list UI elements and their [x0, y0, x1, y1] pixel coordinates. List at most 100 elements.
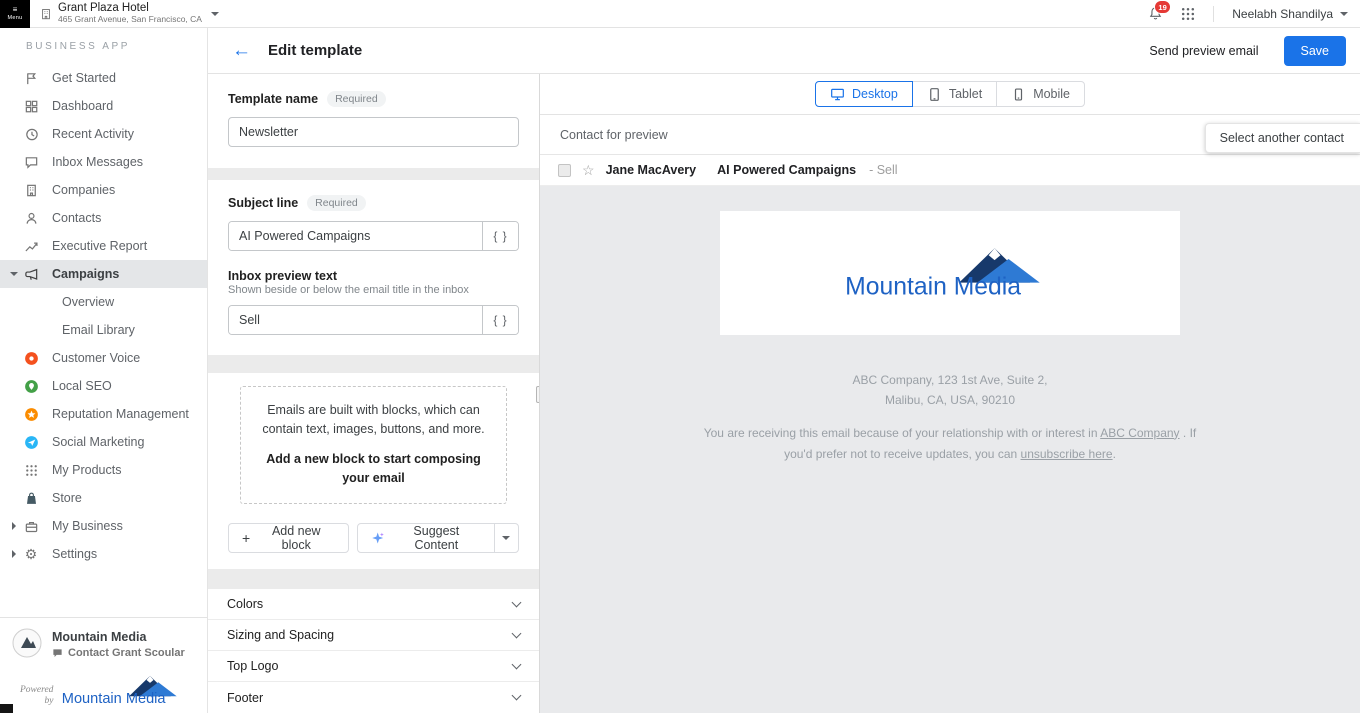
subject-card: Subject line Required { } Inbox preview … — [208, 180, 539, 355]
style-sections-card: Colors Sizing and Spacing Top Logo Foote… — [208, 589, 539, 713]
back-button[interactable]: ← — [232, 41, 251, 60]
email-preview-text: - Sell — [869, 163, 897, 177]
brand-logo: Mountain Media — [60, 674, 188, 707]
user-name: Neelabh Shandilya — [1232, 7, 1333, 21]
apps-grid-icon — [1181, 7, 1195, 21]
company-link[interactable]: ABC Company — [1100, 426, 1179, 440]
user-menu[interactable]: Neelabh Shandilya — [1232, 7, 1348, 21]
notification-badge: 19 — [1154, 0, 1171, 14]
contact-for-preview-bar: Contact for preview Select another conta… — [540, 115, 1360, 155]
business-avatar — [12, 628, 42, 661]
sidebar-item-social-marketing[interactable]: Social Marketing — [0, 428, 207, 456]
email-subject: AI Powered Campaigns — [717, 163, 856, 177]
sidebar-item-inbox-messages[interactable]: Inbox Messages — [0, 148, 207, 176]
megaphone-icon — [22, 267, 40, 282]
section-top-logo[interactable]: Top Logo — [208, 651, 539, 682]
sidebar-item-companies[interactable]: Companies — [0, 176, 207, 204]
apps-grid-button[interactable] — [1181, 7, 1195, 21]
expanded-caret-icon — [10, 272, 18, 276]
sidebar-item-settings[interactable]: ⚙ Settings — [0, 540, 207, 568]
panel-resize-handle[interactable] — [536, 386, 540, 403]
inbox-preview-field: { } — [228, 305, 519, 335]
collapsed-caret-icon — [12, 522, 16, 530]
device-desktop-button[interactable]: Desktop — [815, 81, 913, 107]
inbox-preview-helper: Shown beside or below the email title in… — [228, 284, 519, 296]
dropdown-caret-icon — [502, 536, 510, 540]
device-toggle-bar: Desktop Tablet Mobile — [540, 74, 1360, 115]
suggest-content-dropdown[interactable] — [494, 523, 519, 553]
sidebar-item-executive-report[interactable]: Executive Report — [0, 232, 207, 260]
sidebar-item-contacts[interactable]: Contacts — [0, 204, 207, 232]
user-caret-icon — [1340, 12, 1348, 16]
add-new-block-button[interactable]: + Add new block — [228, 523, 349, 553]
sidebar: BUSINESS APP Get Started Dashboard Recen… — [0, 28, 208, 713]
briefcase-icon — [22, 519, 40, 534]
sidebar-item-email-library[interactable]: Email Library — [0, 316, 207, 344]
sidebar-item-local-seo[interactable]: Local SEO — [0, 372, 207, 400]
sidebar-item-reputation-management[interactable]: Reputation Management — [0, 400, 207, 428]
merge-field-icon[interactable]: { } — [482, 222, 518, 250]
contact-checkbox[interactable] — [558, 164, 571, 177]
sidebar-item-dashboard[interactable]: Dashboard — [0, 92, 207, 120]
chevron-down-icon — [512, 597, 522, 607]
email-brand-logo: Mountain Media — [843, 245, 1058, 301]
merge-field-icon[interactable]: { } — [482, 306, 518, 334]
topbar: ≡ Menu Grant Plaza Hotel 465 Grant Avenu… — [0, 0, 1360, 28]
inbox-preview-input[interactable] — [229, 306, 482, 334]
phone-icon — [1011, 87, 1026, 102]
sidebar-item-my-products[interactable]: My Products — [0, 456, 207, 484]
section-sizing-and-spacing[interactable]: Sizing and Spacing — [208, 620, 539, 651]
sidebar-item-customer-voice[interactable]: Customer Voice — [0, 344, 207, 372]
sidebar-item-store[interactable]: Store — [0, 484, 207, 512]
contact-for-preview-label: Contact for preview — [560, 128, 668, 142]
collapsed-caret-icon — [12, 550, 16, 558]
svg-text:Mountain Media: Mountain Media — [845, 274, 1021, 301]
social-icon — [22, 435, 40, 450]
menu-label: Menu — [8, 15, 23, 21]
gear-icon: ⚙ — [22, 547, 40, 561]
device-tablet-button[interactable]: Tablet — [912, 81, 997, 107]
contact-link[interactable]: Contact Grant Scoular — [52, 647, 185, 659]
section-footer[interactable]: Footer — [208, 682, 539, 713]
svg-text:Mountain Media: Mountain Media — [62, 691, 167, 707]
account-switcher[interactable]: Grant Plaza Hotel 465 Grant Avenue, San … — [58, 2, 202, 25]
chat-bubble-icon — [52, 648, 63, 659]
page-header: ← Edit template Send preview email Save — [208, 28, 1360, 74]
template-name-label: Template name — [228, 92, 318, 106]
business-name: Mountain Media — [52, 630, 185, 644]
sidebar-item-my-business[interactable]: My Business — [0, 512, 207, 540]
flag-icon — [22, 71, 40, 86]
sidebar-item-overview[interactable]: Overview — [0, 288, 207, 316]
blocks-hint-box: Emails are built with blocks, which can … — [240, 386, 507, 504]
select-another-contact-button[interactable]: Select another contact — [1205, 123, 1360, 153]
plus-icon: + — [242, 531, 250, 545]
save-button[interactable]: Save — [1284, 36, 1347, 66]
send-preview-email-button[interactable]: Send preview email — [1149, 44, 1258, 58]
building-icon — [22, 183, 40, 198]
menu-button[interactable]: ≡ Menu — [0, 0, 30, 28]
person-icon — [22, 211, 40, 226]
template-name-input[interactable] — [228, 117, 519, 147]
sidebar-item-recent-activity[interactable]: Recent Activity — [0, 120, 207, 148]
required-badge: Required — [327, 91, 386, 107]
template-name-card: Template name Required — [208, 74, 539, 168]
account-building-icon — [40, 8, 52, 20]
section-colors[interactable]: Colors — [208, 589, 539, 620]
sidebar-section-label: BUSINESS APP — [0, 28, 207, 64]
suggest-content-button[interactable]: Suggest Content — [357, 523, 495, 553]
disclaimer-text: . — [1113, 447, 1116, 461]
star-icon[interactable]: ☆ — [582, 163, 595, 177]
tablet-icon — [927, 87, 942, 102]
sidebar-item-campaigns[interactable]: Campaigns — [0, 260, 207, 288]
email-disclaimer: You are receiving this email because of … — [700, 423, 1200, 465]
preview-contact-row[interactable]: ☆ Jane MacAvery AI Powered Campaigns - S… — [540, 155, 1360, 186]
powered-by: Powered by Mountain Media — [12, 674, 195, 707]
unsubscribe-link[interactable]: unsubscribe here — [1021, 447, 1113, 461]
account-caret-icon[interactable] — [211, 12, 219, 16]
chat-icon — [22, 155, 40, 170]
sidebar-item-get-started[interactable]: Get Started — [0, 64, 207, 92]
history-icon — [22, 127, 40, 142]
notifications-button[interactable]: 19 — [1148, 6, 1163, 21]
subject-line-input[interactable] — [229, 222, 482, 250]
device-mobile-button[interactable]: Mobile — [996, 81, 1085, 107]
